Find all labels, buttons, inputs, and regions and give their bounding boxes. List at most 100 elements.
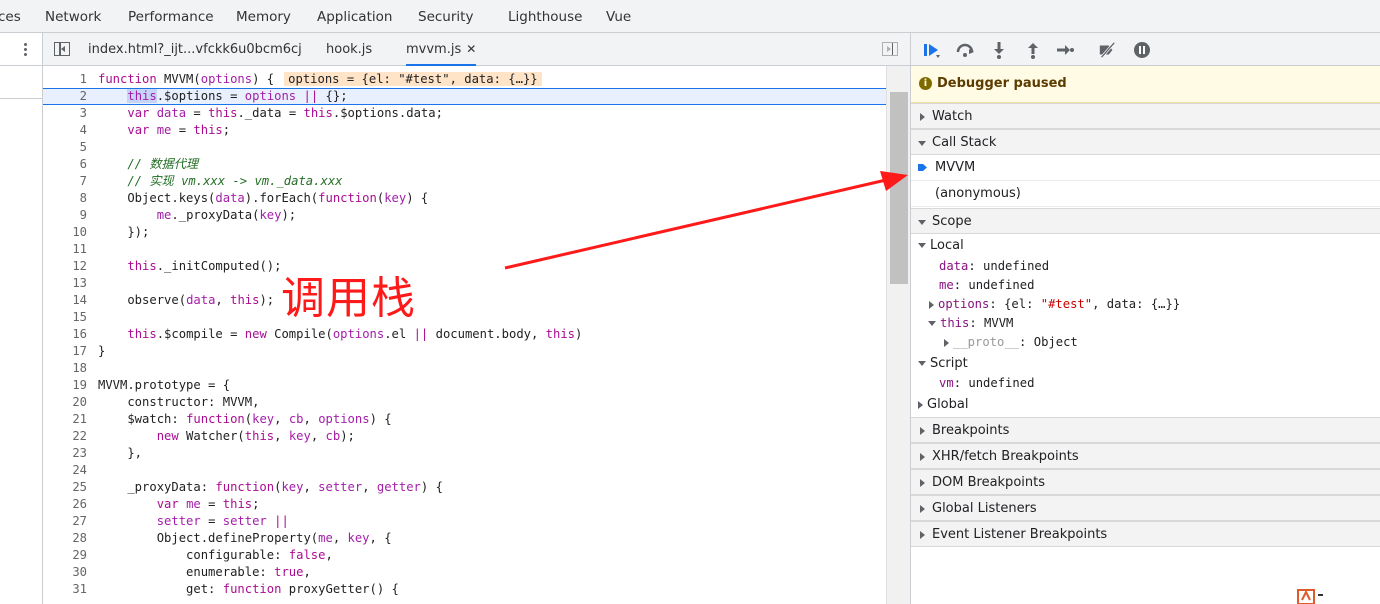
file-tab-index-html[interactable]: index.html?_ijt...vfckk6u0bcm6cj	[88, 42, 302, 57]
call-frame-mvvm[interactable]: MVVM	[911, 155, 1380, 181]
line-number[interactable]: 14	[43, 292, 87, 309]
call-frame-anonymous[interactable]: (anonymous)	[911, 181, 1380, 207]
file-tab-mvvm-js[interactable]: mvvm.js ✕	[406, 42, 477, 66]
code-text: var me = this;	[127, 123, 231, 137]
line-number[interactable]: 20	[43, 394, 87, 411]
section-event-listener-breakpoints[interactable]: Event Listener Breakpoints	[911, 521, 1380, 547]
section-breakpoints[interactable]: Breakpoints	[911, 417, 1380, 443]
code-line: 6 // 数据代理	[43, 156, 886, 173]
line-number[interactable]: 3	[43, 105, 87, 122]
code-text: setter = setter ||	[156, 514, 289, 528]
section-global-listeners[interactable]: Global Listeners	[911, 495, 1380, 521]
line-number[interactable]: 5	[43, 139, 87, 156]
step-icon[interactable]	[1056, 41, 1074, 59]
line-number[interactable]: 29	[43, 547, 87, 564]
line-number[interactable]: 13	[43, 275, 87, 292]
tab-performance[interactable]: Performance	[128, 9, 214, 25]
collapse-icon	[928, 321, 936, 326]
line-number[interactable]: 18	[43, 360, 87, 377]
line-number[interactable]: 16	[43, 326, 87, 343]
line-number[interactable]: 22	[43, 428, 87, 445]
line-number[interactable]: 24	[43, 462, 87, 479]
section-dom-breakpoints[interactable]: DOM Breakpoints	[911, 469, 1380, 495]
line-number[interactable]: 25	[43, 479, 87, 496]
editor-scrollbar[interactable]	[886, 66, 910, 604]
step-into-icon[interactable]	[990, 41, 1008, 59]
section-xhr-breakpoints[interactable]: XHR/fetch Breakpoints	[911, 443, 1380, 469]
line-number[interactable]: 2	[43, 89, 87, 104]
pause-on-exceptions-icon[interactable]	[1133, 41, 1151, 59]
tab-application[interactable]: Application	[317, 9, 392, 25]
line-number[interactable]: 9	[43, 207, 87, 224]
close-tab-icon[interactable]: ✕	[466, 42, 476, 56]
tab-sources[interactable]: ces	[0, 9, 21, 25]
line-number[interactable]: 27	[43, 513, 87, 530]
line-number[interactable]: 28	[43, 530, 87, 547]
scope-script[interactable]: Script	[918, 354, 968, 373]
scope-var-proto[interactable]: __proto__: Object	[944, 333, 1078, 352]
line-number[interactable]: 6	[43, 156, 87, 173]
tab-network[interactable]: Network	[45, 9, 101, 25]
scrollbar-thumb[interactable]	[890, 92, 908, 284]
debugger-sidebar: i Debugger paused Watch Call Stack MVVM …	[910, 33, 1380, 604]
section-watch[interactable]: Watch	[911, 103, 1380, 129]
expand-icon	[920, 427, 925, 435]
file-tab-hook-js[interactable]: hook.js	[326, 42, 372, 57]
line-number[interactable]: 19	[43, 377, 87, 394]
line-number[interactable]: 8	[43, 190, 87, 207]
divider	[0, 65, 42, 66]
section-label: DOM Breakpoints	[932, 475, 1045, 490]
code-line: 14 observe(data, this);	[43, 292, 886, 309]
line-number[interactable]: 4	[43, 122, 87, 139]
code-text: configurable: false,	[98, 548, 333, 562]
line-number[interactable]: 10	[43, 224, 87, 241]
tab-memory[interactable]: Memory	[236, 9, 291, 25]
code-text: this.$options = options || {};	[127, 89, 348, 103]
line-number[interactable]: 11	[43, 241, 87, 258]
scope-var-vm[interactable]: vm: undefined	[939, 374, 1034, 393]
code-text: }	[98, 344, 106, 358]
code-text: observe(data, this);	[98, 293, 275, 307]
tab-security[interactable]: Security	[418, 9, 473, 25]
line-number[interactable]: 30	[43, 564, 87, 581]
info-icon: i	[919, 77, 932, 90]
section-scope[interactable]: Scope	[911, 208, 1380, 234]
toggle-debugger-icon[interactable]	[882, 42, 898, 56]
section-label: Scope	[932, 214, 972, 229]
code-text: this.$compile = new Compile(options.el |…	[127, 327, 583, 341]
code-line: 9 me._proxyData(key);	[43, 207, 886, 224]
scope-local[interactable]: Local	[918, 236, 964, 255]
paused-message: Debugger paused	[937, 76, 1067, 91]
line-number[interactable]: 17	[43, 343, 87, 360]
line-number[interactable]: 26	[43, 496, 87, 513]
code-line: 12 this._initComputed();	[43, 258, 886, 275]
step-over-icon[interactable]	[956, 41, 974, 59]
debugger-toolbar	[911, 33, 1380, 66]
current-frame-icon	[918, 164, 927, 171]
scope-var-this[interactable]: this: MVVM	[928, 314, 1013, 333]
resume-icon[interactable]	[922, 41, 940, 59]
step-out-icon[interactable]	[1024, 41, 1042, 59]
scope-var-data[interactable]: data: undefined	[939, 257, 1049, 276]
code-line: 30 enumerable: true,	[43, 564, 886, 581]
collapse-icon	[918, 220, 926, 225]
line-number[interactable]: 1	[43, 71, 87, 88]
scope-var-options[interactable]: options: {el: "#test", data: {…}}	[929, 295, 1180, 314]
code-line: 31 get: function proxyGetter() {	[43, 581, 886, 598]
section-call-stack[interactable]: Call Stack	[911, 129, 1380, 155]
toggle-navigator-icon[interactable]	[54, 42, 70, 56]
tab-vue[interactable]: Vue	[606, 9, 631, 25]
code-line: 7 // 实现 vm.xxx -> vm._data.xxx	[43, 173, 886, 190]
line-number[interactable]: 21	[43, 411, 87, 428]
line-number[interactable]: 23	[43, 445, 87, 462]
tab-lighthouse[interactable]: Lighthouse	[508, 9, 582, 25]
scope-global[interactable]: Global	[918, 395, 968, 414]
code-editor[interactable]: 1 function MVVM(options) {options = {el: …	[43, 66, 886, 604]
scope-var-me[interactable]: me: undefined	[939, 276, 1034, 295]
line-number[interactable]: 31	[43, 581, 87, 598]
more-options-icon[interactable]	[18, 41, 32, 59]
line-number[interactable]: 15	[43, 309, 87, 326]
deactivate-breakpoints-icon[interactable]	[1098, 41, 1116, 59]
line-number[interactable]: 12	[43, 258, 87, 275]
line-number[interactable]: 7	[43, 173, 87, 190]
